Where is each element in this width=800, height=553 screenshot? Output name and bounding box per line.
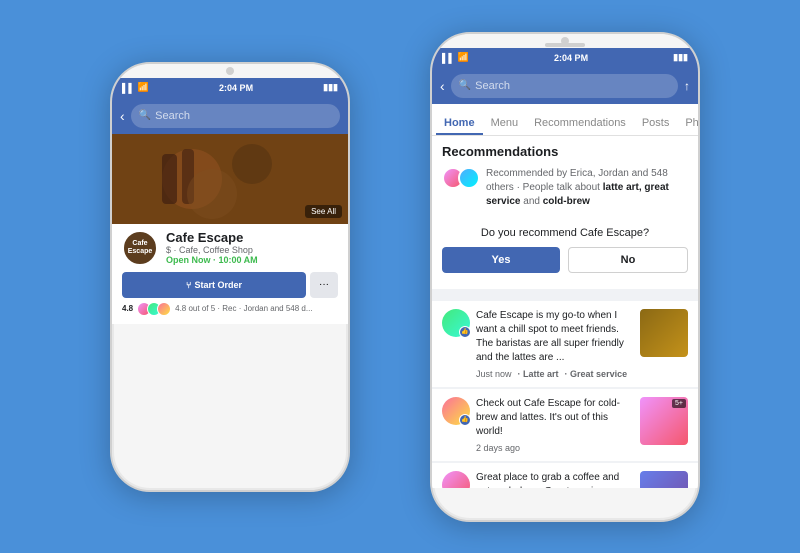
back-search-icon: 🔍 bbox=[139, 110, 151, 121]
front-share-icon[interactable]: ↑ bbox=[684, 79, 690, 93]
back-rating-detail: 4.8 out of 5 · Rec · Jordan and 548 d... bbox=[175, 304, 312, 313]
back-rating-number: 4.8 bbox=[122, 304, 133, 313]
tab-menu[interactable]: Menu bbox=[483, 111, 527, 135]
review-meta-2: 2 days ago bbox=[476, 443, 634, 453]
phone-front: ▌▌ 📶 2:04 PM ▮▮▮ ‹ 🔍 Search ↑ bbox=[430, 32, 700, 522]
back-action-buttons: ⑂ Start Order ··· bbox=[122, 272, 338, 298]
review-tag-service: · Great service bbox=[565, 369, 628, 379]
recommend-question-text: Do you recommend Cafe Escape? bbox=[442, 227, 688, 239]
tab-posts[interactable]: Posts bbox=[634, 111, 678, 135]
review-body-1: Cafe Escape is my go-to when I want a ch… bbox=[476, 309, 634, 379]
back-rating-avatars bbox=[137, 302, 171, 316]
phones-container: ▌▌ 📶 2:04 PM ▮▮▮ ‹ 🔍 Search See All bbox=[50, 22, 750, 532]
back-rating-avatar-3 bbox=[157, 302, 171, 316]
recommendations-title: Recommendations bbox=[442, 144, 688, 159]
review-time-1: Just now bbox=[476, 369, 512, 379]
back-nav-bar: ‹ 🔍 Search bbox=[112, 98, 348, 134]
back-more-icon: ··· bbox=[319, 279, 329, 290]
front-search-text: Search bbox=[475, 80, 510, 92]
review-text-3: Great place to grab a coffee and get wor… bbox=[476, 471, 634, 488]
front-signal-icon: ▌▌ bbox=[442, 53, 455, 63]
back-business-text: Cafe Escape $ · Cafe, Coffee Shop Open N… bbox=[166, 230, 258, 265]
review-thumb-badge: 5+ bbox=[672, 399, 686, 408]
back-start-order-button[interactable]: ⑂ Start Order bbox=[122, 272, 306, 298]
back-business-open: Open Now · 10:00 AM bbox=[166, 255, 258, 265]
front-tabs-bar: Home Menu Recommendations Posts Ph bbox=[432, 104, 698, 136]
back-business-logo: CafeEscape bbox=[122, 230, 158, 266]
back-nav-back-icon[interactable]: ‹ bbox=[120, 108, 125, 124]
back-time: 2:04 PM bbox=[219, 83, 253, 93]
front-content: Recommendations Recommended by Erica, Jo… bbox=[432, 136, 698, 488]
back-signal-icon: ▌▌ bbox=[122, 83, 135, 93]
back-camera bbox=[226, 67, 234, 75]
back-status-right: ▮▮▮ bbox=[323, 82, 338, 93]
review-body-3: Great place to grab a coffee and get wor… bbox=[476, 471, 634, 488]
review-thumb-3 bbox=[640, 471, 688, 488]
back-see-all-button[interactable]: See All bbox=[305, 205, 342, 218]
tab-recommendations[interactable]: Recommendations bbox=[526, 111, 634, 135]
phone-back: ▌▌ 📶 2:04 PM ▮▮▮ ‹ 🔍 Search See All bbox=[110, 62, 350, 492]
front-phone-screen: ▌▌ 📶 2:04 PM ▮▮▮ ‹ 🔍 Search ↑ bbox=[432, 48, 698, 488]
review-avatar-badge-1: 👍 bbox=[459, 326, 471, 338]
rec-and: and bbox=[520, 196, 542, 207]
recommend-buttons: Yes No bbox=[442, 247, 688, 273]
tab-home[interactable]: Home bbox=[436, 111, 483, 135]
front-status-right: ▮▮▮ bbox=[673, 52, 688, 63]
review-item-1: 👍 Cafe Escape is my go-to when I want a … bbox=[432, 301, 698, 387]
front-wifi-icon: 📶 bbox=[458, 52, 469, 63]
back-hero-image: See All bbox=[112, 134, 348, 224]
front-status-left: ▌▌ 📶 bbox=[442, 52, 469, 63]
front-battery-icon: ▮▮▮ bbox=[673, 52, 688, 63]
yes-button[interactable]: Yes bbox=[442, 247, 560, 273]
review-meta-1: Just now · Latte art · Great service bbox=[476, 369, 634, 379]
front-nav-back-icon[interactable]: ‹ bbox=[440, 78, 445, 94]
back-search-bar[interactable]: 🔍 Search bbox=[131, 104, 340, 128]
rec-avatars bbox=[442, 167, 480, 209]
back-business-info: CafeEscape Cafe Escape $ · Cafe, Coffee … bbox=[112, 224, 348, 324]
back-business-name: Cafe Escape bbox=[166, 230, 258, 245]
back-search-text: Search bbox=[155, 110, 190, 122]
review-thumb-2: 5+ bbox=[640, 397, 688, 445]
front-search-bar[interactable]: 🔍 Search bbox=[451, 74, 678, 98]
review-body-2: Check out Cafe Escape for cold-brew and … bbox=[476, 397, 634, 453]
back-status-bar: ▌▌ 📶 2:04 PM ▮▮▮ bbox=[112, 78, 348, 98]
review-time-2: 2 days ago bbox=[476, 443, 520, 453]
back-business-type: $ · Cafe, Coffee Shop bbox=[166, 245, 258, 255]
front-camera bbox=[561, 37, 569, 45]
back-fork-icon: ⑂ bbox=[186, 280, 191, 290]
rec-text: Recommended by Erica, Jordan and 548 oth… bbox=[486, 167, 688, 209]
review-avatar-img-3 bbox=[442, 471, 470, 488]
review-avatar-2: 👍 bbox=[442, 397, 470, 425]
front-time: 2:04 PM bbox=[554, 53, 588, 63]
back-phone-notch bbox=[112, 64, 348, 78]
rec-avatar-2 bbox=[458, 167, 480, 189]
review-thumb-1 bbox=[640, 309, 688, 357]
back-status-left: ▌▌ 📶 bbox=[122, 82, 149, 93]
back-phone-screen: ▌▌ 📶 2:04 PM ▮▮▮ ‹ 🔍 Search See All bbox=[112, 78, 348, 453]
review-text-1: Cafe Escape is my go-to when I want a ch… bbox=[476, 309, 634, 365]
no-button[interactable]: No bbox=[568, 247, 688, 273]
review-item-3: 👍 Great place to grab a coffee and get w… bbox=[432, 463, 698, 488]
back-business-header: CafeEscape Cafe Escape $ · Cafe, Coffee … bbox=[122, 230, 338, 266]
front-search-icon: 🔍 bbox=[459, 80, 471, 91]
front-phone-notch bbox=[432, 34, 698, 48]
tab-ph[interactable]: Ph bbox=[677, 111, 698, 135]
review-avatar-1: 👍 bbox=[442, 309, 470, 337]
back-start-order-label: Start Order bbox=[194, 280, 242, 290]
review-avatar-3: 👍 bbox=[442, 471, 470, 488]
back-wifi-icon: 📶 bbox=[138, 82, 149, 93]
review-text-2: Check out Cafe Escape for cold-brew and … bbox=[476, 397, 634, 439]
review-tag-latte: · Latte art bbox=[518, 369, 559, 379]
back-battery-icon: ▮▮▮ bbox=[323, 82, 338, 93]
review-item-2: 👍 Check out Cafe Escape for cold-brew an… bbox=[432, 389, 698, 461]
rec-bold2: cold-brew bbox=[543, 196, 590, 207]
review-avatar-badge-2: 👍 bbox=[459, 414, 471, 426]
rec-header: Recommended by Erica, Jordan and 548 oth… bbox=[442, 167, 688, 209]
back-rating-row: 4.8 4.8 out of 5 · Rec · Jordan and 548 … bbox=[122, 302, 338, 316]
recommend-question: Do you recommend Cafe Escape? Yes No bbox=[442, 219, 688, 281]
front-nav-bar: ‹ 🔍 Search ↑ bbox=[432, 68, 698, 104]
front-status-bar: ▌▌ 📶 2:04 PM ▮▮▮ bbox=[432, 48, 698, 68]
back-more-button[interactable]: ··· bbox=[310, 272, 338, 298]
recommendations-section: Recommendations Recommended by Erica, Jo… bbox=[432, 136, 698, 289]
